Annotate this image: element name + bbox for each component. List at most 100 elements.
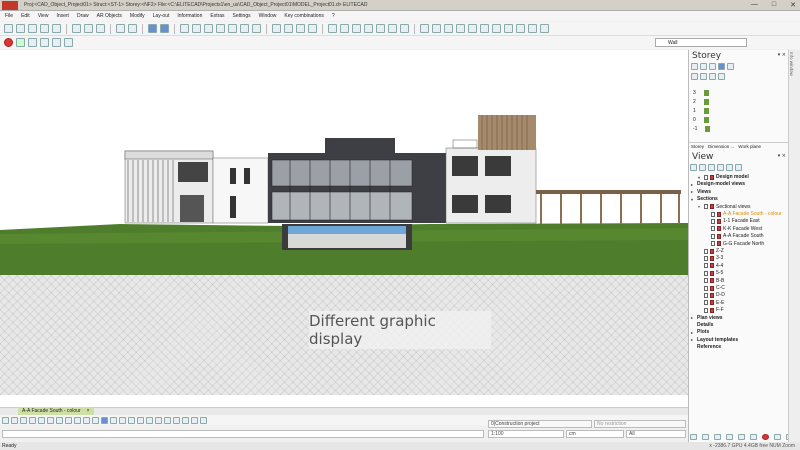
tree-item[interactable]: ▾ Sectional views [698, 204, 750, 210]
tree-item[interactable]: Z-Z [698, 248, 724, 254]
isolate-icon[interactable] [164, 416, 171, 424]
view-3d-icon[interactable] [160, 24, 169, 33]
menu-extras[interactable]: Extras [210, 13, 224, 19]
view-2d-icon[interactable] [148, 24, 157, 33]
menu-draw[interactable]: Draw [77, 13, 89, 19]
panel-tool-icon[interactable] [714, 434, 721, 440]
copy-storey-icon[interactable] [700, 63, 707, 70]
view-visibility-icon[interactable] [711, 218, 715, 224]
tree-item[interactable]: 5-5 [698, 270, 723, 276]
menu-window[interactable]: Window [259, 13, 277, 19]
menu-view[interactable]: View [38, 13, 49, 19]
storey-up-icon[interactable] [709, 73, 716, 80]
grid-snap-icon[interactable] [74, 416, 81, 424]
view-visibility-icon[interactable] [704, 248, 708, 254]
image-icon[interactable] [328, 24, 337, 33]
tree-item[interactable]: D-D [698, 292, 725, 298]
lock-icon[interactable] [155, 416, 162, 424]
tree-item[interactable]: G-G Facade North [705, 241, 764, 247]
tree-item[interactable]: K-K Facade West [705, 226, 762, 232]
clean-screen-icon[interactable] [182, 416, 189, 424]
storey-panel-close[interactable]: ▾ × [778, 52, 786, 58]
zoom-icon[interactable] [240, 24, 249, 33]
view-visibility-icon[interactable] [704, 174, 708, 180]
view-visibility-icon[interactable] [704, 285, 708, 291]
expand-toggle-icon[interactable]: ▸ [691, 315, 695, 320]
menu-settings[interactable]: Settings [233, 13, 251, 19]
cut-icon[interactable] [72, 24, 81, 33]
tree-item[interactable]: A-A Facade South [705, 233, 764, 239]
expand-toggle-icon[interactable]: ▸ [691, 337, 695, 342]
pick-icon[interactable] [28, 38, 37, 47]
tab-storey[interactable]: Storey [691, 144, 704, 149]
view-visibility-icon[interactable] [711, 211, 715, 217]
expand-toggle-icon[interactable]: ▸ [691, 330, 695, 335]
line-icon[interactable] [504, 24, 513, 33]
nearest-icon[interactable] [65, 416, 72, 424]
tree-item[interactable]: F-F [698, 307, 724, 313]
view-panel-close[interactable]: ▾ × [778, 153, 786, 159]
expand-toggle-icon[interactable]: ▾ [691, 197, 695, 202]
menu-key-combinations[interactable]: Key combinations [284, 13, 323, 19]
selection-cycle-icon[interactable] [137, 416, 144, 424]
tree-item[interactable]: ▸ Views [691, 189, 711, 195]
menu-information[interactable]: Information [177, 13, 202, 19]
storey-row[interactable]: -1 [693, 126, 711, 132]
table-icon[interactable] [352, 24, 361, 33]
tree-item[interactable]: ▾ Sections [691, 196, 718, 202]
tree-item[interactable]: C-C [698, 285, 725, 291]
hatch-icon[interactable] [376, 24, 385, 33]
restriction-dropdown[interactable]: No restriction [594, 420, 686, 428]
tab-work-plane[interactable]: Work plane [738, 144, 761, 149]
storey-row[interactable]: 3 [693, 90, 709, 96]
view-tab-a-a-facade[interactable]: A-A Facade South - colour × [18, 407, 94, 415]
print-icon[interactable] [40, 24, 49, 33]
hardware-icon[interactable] [173, 416, 180, 424]
view-visibility-icon[interactable] [711, 241, 715, 247]
transparency-icon[interactable] [128, 416, 135, 424]
brush-icon[interactable] [444, 24, 453, 33]
expand-toggle-icon[interactable]: ▸ [691, 189, 695, 194]
tab-dimension[interactable]: Dimension ... [708, 144, 734, 149]
storey-settings-icon[interactable] [709, 63, 716, 70]
storey-visibility-icon[interactable] [703, 90, 709, 96]
view-visibility-icon[interactable] [704, 292, 708, 298]
filter-icon[interactable] [52, 38, 61, 47]
window-icon[interactable] [180, 24, 189, 33]
annotation-icon[interactable] [146, 416, 153, 424]
storey-row[interactable]: 2 [693, 99, 709, 105]
label-icon[interactable] [480, 24, 489, 33]
storey-lock-icon[interactable] [727, 63, 734, 70]
add-storey-icon[interactable] [691, 63, 698, 70]
copy-view-icon[interactable] [699, 164, 706, 171]
panel-tool-icon[interactable] [690, 434, 697, 440]
render-icon[interactable] [272, 24, 281, 33]
expand-toggle-icon[interactable]: ▾ [698, 204, 702, 209]
tree-item[interactable]: B-B [698, 278, 724, 284]
layer-dropdown[interactable]: Wall [655, 38, 747, 47]
layer-icon[interactable] [388, 24, 397, 33]
menu-edit[interactable]: Edit [21, 13, 30, 19]
lineweight-icon[interactable] [119, 416, 126, 424]
view-visibility-icon[interactable] [704, 300, 708, 306]
cancel-icon[interactable] [4, 38, 13, 47]
tree-item[interactable]: ▸ Layout templates [691, 337, 738, 343]
view-visibility-icon[interactable] [704, 307, 708, 313]
measure-tool-icon[interactable] [200, 416, 207, 424]
panel-tool-icon[interactable] [738, 434, 745, 440]
expand-toggle-icon[interactable]: ▾ [698, 175, 702, 180]
drawing-viewport[interactable]: Different graphic display [0, 50, 688, 407]
center-icon[interactable] [29, 416, 36, 424]
text-icon[interactable] [340, 24, 349, 33]
new-view-icon[interactable] [690, 164, 697, 171]
gear-icon[interactable] [216, 24, 225, 33]
save-icon[interactable] [28, 24, 37, 33]
minimize-button[interactable]: — [751, 1, 758, 9]
menu-insert[interactable]: Insert [56, 13, 69, 19]
menu-help[interactable]: ? [332, 13, 335, 19]
tree-item[interactable]: ▸ Design-model views [691, 181, 745, 187]
storey-visibility-icon[interactable] [703, 99, 709, 105]
arc-icon[interactable] [516, 24, 525, 33]
circle-icon[interactable] [204, 24, 213, 33]
grid-icon[interactable] [252, 24, 261, 33]
